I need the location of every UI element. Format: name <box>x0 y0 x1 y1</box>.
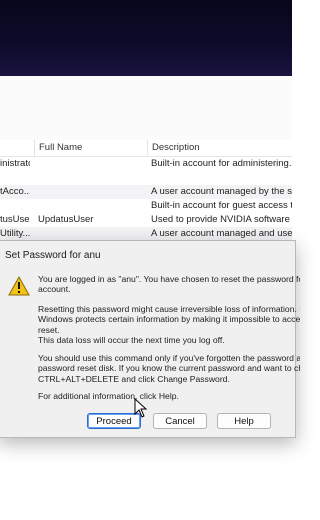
cancel-button[interactable]: Cancel <box>153 413 207 429</box>
mouse-cursor-icon <box>134 398 148 418</box>
proceed-button[interactable]: Proceed <box>87 413 141 429</box>
cell-description: A user account managed by the s... <box>151 186 292 197</box>
dialog-message-usage: You should use this command only if you'… <box>38 353 300 384</box>
cell-description: Built-in account for administering... <box>151 158 292 169</box>
cell-name: tusUser <box>0 214 30 225</box>
table-row[interactable]: Built-in account for guest access t... <box>0 199 292 213</box>
help-button[interactable]: Help <box>217 413 271 429</box>
table-row[interactable]: tAcco... A user account managed by the s… <box>0 185 292 199</box>
dialog-title: Set Password for anu <box>5 250 101 261</box>
warning-icon <box>8 276 30 296</box>
table-row[interactable]: tusUser UpdatusUser Used to provide NVID… <box>0 213 292 227</box>
set-password-dialog: Set Password for anu You are logged in a… <box>0 240 300 438</box>
dialog-message-data-loss: This data loss will occur the next time … <box>38 335 225 345</box>
users-list-panel: Full Name Description inistrator Built-i… <box>0 140 292 252</box>
column-header-description[interactable]: Description <box>147 140 293 156</box>
cell-description: Used to provide NVIDIA software ... <box>151 214 292 225</box>
column-header-full-name[interactable]: Full Name <box>34 140 145 156</box>
cell-name: inistrator <box>0 158 30 169</box>
table-row[interactable]: Utility... A user account managed and us… <box>0 227 292 241</box>
toolbar-area <box>0 76 292 141</box>
table-row[interactable] <box>0 171 292 185</box>
table-row[interactable]: inistrator Built-in account for administ… <box>0 157 292 171</box>
cell-full-name: UpdatusUser <box>38 214 94 225</box>
cell-name: tAcco... <box>0 186 30 197</box>
cell-description: A user account managed and use... <box>151 228 292 239</box>
dialog-message-reset-warning: Resetting this password might cause irre… <box>38 304 300 335</box>
dialog-message-logged-in: You are logged in as "anu". You have cho… <box>38 274 300 295</box>
background-window-dark <box>0 0 292 76</box>
cell-name: Utility... <box>0 228 30 239</box>
dialog-message-help: For additional information, click Help. <box>38 391 179 401</box>
background-bottom <box>0 436 292 520</box>
cell-description: Built-in account for guest access t... <box>151 200 292 211</box>
